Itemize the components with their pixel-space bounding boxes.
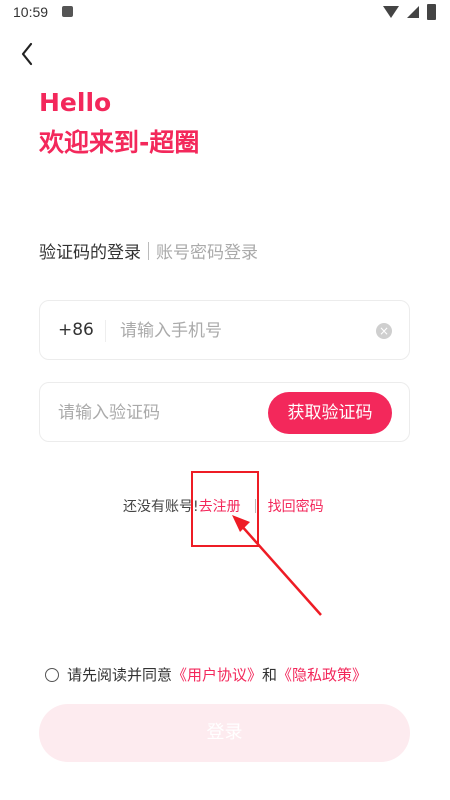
status-bar: 10:59	[0, 0, 450, 26]
verification-code-input[interactable]	[58, 400, 258, 426]
agreement-row: 请先阅读并同意 《用户协议》 和 《隐私政策》	[45, 664, 367, 685]
welcome-title: 欢迎来到-超圈	[39, 128, 200, 157]
status-icons	[383, 4, 436, 20]
back-button[interactable]	[18, 41, 40, 67]
greeting-title: Hello	[39, 88, 112, 117]
code-field: 获取验证码	[39, 382, 410, 442]
tab-sms-login[interactable]: 验证码的登录	[39, 238, 141, 263]
notification-a-icon	[62, 6, 73, 17]
battery-icon	[427, 4, 436, 20]
phone-field: +86 ×	[39, 300, 410, 360]
tab-password-login[interactable]: 账号密码登录	[156, 238, 258, 263]
phone-divider	[105, 320, 106, 342]
annotation-highlight-box	[191, 471, 259, 547]
chevron-left-icon	[21, 42, 33, 66]
no-account-text: 还没有账号!	[123, 499, 199, 515]
clear-circle-icon[interactable]: ×	[376, 323, 392, 339]
status-time: 10:59	[13, 4, 49, 20]
phone-input[interactable]	[120, 318, 370, 344]
privacy-policy-link[interactable]: 《隐私政策》	[277, 664, 367, 685]
agreement-prefix: 请先阅读并同意	[67, 666, 173, 684]
user-agreement-link[interactable]: 《用户协议》	[172, 664, 262, 685]
tab-divider	[148, 241, 149, 260]
get-code-button[interactable]: 获取验证码	[268, 392, 392, 434]
wifi-icon	[383, 6, 399, 18]
agreement-and: 和	[262, 666, 278, 684]
find-password-link[interactable]: 找回密码	[268, 496, 324, 516]
login-tabs: 验证码的登录 账号密码登录	[39, 238, 258, 263]
signal-icon	[407, 6, 419, 18]
country-code[interactable]: +86	[58, 320, 94, 340]
login-button[interactable]: 登录	[39, 704, 410, 762]
agreement-radio[interactable]	[45, 667, 59, 682]
